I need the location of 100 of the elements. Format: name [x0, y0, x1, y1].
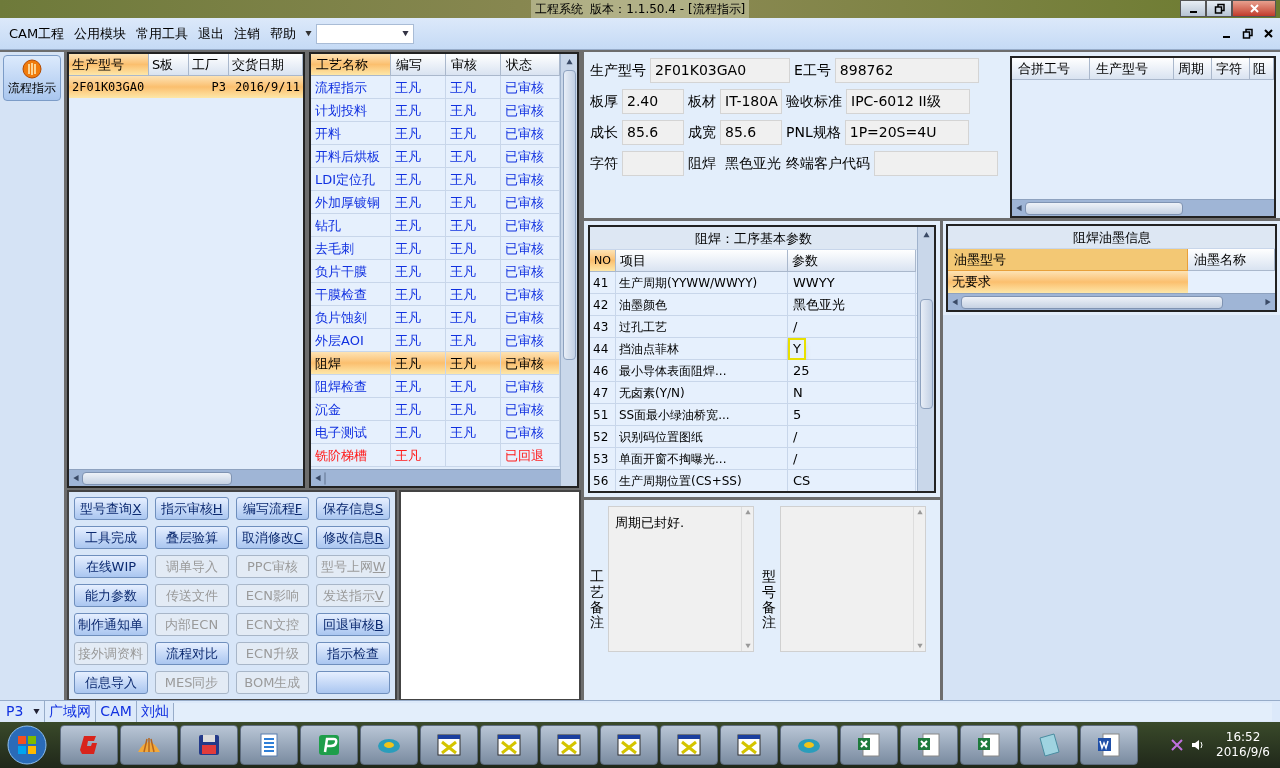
table-row[interactable]: 阻焊检查 王凡 王凡 已审核 — [311, 375, 560, 398]
column-header[interactable]: 项目 — [616, 250, 788, 272]
text-field[interactable]: 85.6 — [622, 120, 684, 145]
notepad-icon[interactable] — [1020, 725, 1078, 765]
action-button[interactable]: 指示检查 — [316, 642, 390, 665]
column-header[interactable]: 生产型号 — [1090, 58, 1174, 80]
close-button[interactable] — [1232, 0, 1276, 17]
action-button[interactable]: 能力参数 — [74, 584, 148, 607]
table-row[interactable]: 去毛刺 王凡 王凡 已审核 — [311, 237, 560, 260]
action-button[interactable] — [316, 671, 390, 694]
column-header[interactable]: S板 — [149, 54, 189, 76]
action-button[interactable]: 制作通知单 — [74, 613, 148, 636]
text-field[interactable]: 2.40 — [622, 89, 684, 114]
table-row[interactable]: 无要求 — [948, 271, 1275, 293]
p-logo-icon[interactable] — [300, 725, 358, 765]
scrollbar[interactable] — [69, 469, 303, 486]
menu-item[interactable]: 帮助 — [265, 23, 302, 44]
column-header[interactable]: 审核 — [446, 54, 501, 76]
table-row[interactable]: 外加厚镀铜 王凡 王凡 已审核 — [311, 191, 560, 214]
scrollbar[interactable] — [311, 469, 560, 486]
clock-time[interactable]: 16:52 — [1225, 730, 1261, 745]
scrollbar[interactable] — [560, 54, 577, 486]
column-header[interactable]: 字符 — [1212, 58, 1250, 80]
spreadsheet-icon[interactable] — [840, 725, 898, 765]
table-row[interactable]: LDI定位孔 王凡 王凡 已审核 — [311, 168, 560, 191]
restore-button[interactable] — [1206, 0, 1232, 17]
text-field[interactable]: 85.6 — [720, 120, 782, 145]
scroll-left-icon[interactable] — [72, 474, 79, 482]
document-icon[interactable] — [240, 725, 298, 765]
table-row[interactable]: 流程指示 王凡 王凡 已审核 — [311, 76, 560, 99]
column-header[interactable]: 周期 — [1174, 58, 1212, 80]
action-button[interactable]: 保存信息S — [316, 497, 390, 520]
column-header[interactable]: 油墨名称 — [1188, 249, 1275, 271]
action-button[interactable]: 型号查询X — [74, 497, 148, 520]
dropdown-caret-icon[interactable] — [402, 30, 410, 37]
text-field[interactable]: IT-180A — [720, 89, 782, 114]
window-icon[interactable] — [480, 725, 538, 765]
menu-item[interactable]: 常用工具 — [131, 23, 194, 44]
action-button[interactable]: 回退审核B — [316, 613, 390, 636]
text-field[interactable]: 黑色亚光 — [720, 151, 782, 176]
restore-icon[interactable] — [1242, 28, 1253, 39]
column-header[interactable]: 交货日期 — [229, 54, 303, 76]
action-button[interactable]: 在线WIP — [74, 555, 148, 578]
action-button[interactable]: 指示审核H — [154, 497, 229, 520]
scroll-left-icon[interactable] — [314, 474, 321, 482]
close-icon[interactable] — [1263, 28, 1274, 39]
action-button[interactable]: 修改信息R — [316, 526, 390, 549]
clock-date[interactable]: 2016/9/6 — [1216, 745, 1270, 760]
column-header[interactable]: 编写 — [391, 54, 446, 76]
scroll-up-icon[interactable] — [565, 57, 573, 65]
text-field[interactable] — [874, 151, 998, 176]
window-icon[interactable] — [420, 725, 478, 765]
nav-button[interactable]: 流程指示 — [3, 55, 61, 101]
column-header[interactable]: 状态 — [501, 54, 560, 76]
factory-selector[interactable]: P3 — [0, 701, 30, 722]
column-header[interactable]: 工厂 — [189, 54, 229, 76]
table-row[interactable]: 干膜检查 王凡 王凡 已审核 — [311, 283, 560, 306]
table-row[interactable]: 负片蚀刻 王凡 王凡 已审核 — [311, 306, 560, 329]
scrollbar[interactable] — [917, 227, 934, 491]
text-field[interactable]: 1P=20S=4U — [844, 120, 969, 145]
text-field[interactable]: 2F01K03GA0 — [650, 58, 790, 83]
action-button[interactable]: 编写流程F — [235, 497, 310, 520]
action-button[interactable]: 取消修改C — [235, 526, 310, 549]
tray-x-icon[interactable] — [1170, 738, 1185, 752]
window-icon[interactable] — [720, 725, 778, 765]
word-document-icon[interactable] — [1080, 725, 1138, 765]
menu-item[interactable]: 公用模块 — [69, 23, 132, 44]
scroll-up-icon[interactable] — [922, 230, 930, 238]
action-button[interactable]: 流程对比 — [154, 642, 229, 665]
column-header[interactable]: NO — [590, 250, 616, 272]
column-header[interactable]: 工艺名称 — [311, 54, 391, 76]
table-row[interactable]: 外层AOI 王凡 王凡 已审核 — [311, 329, 560, 352]
text-field[interactable] — [622, 151, 684, 176]
column-header[interactable]: 参数 — [788, 250, 916, 272]
table-row[interactable]: 负片干膜 王凡 王凡 已审核 — [311, 260, 560, 283]
window-icon[interactable] — [600, 725, 658, 765]
table-row[interactable]: 电子测试 王凡 王凡 已审核 — [311, 421, 560, 444]
column-header[interactable]: 合拼工号 — [1012, 58, 1090, 80]
dropdown-caret-icon[interactable] — [305, 30, 313, 37]
action-button[interactable]: 工具完成 — [74, 526, 148, 549]
text-field[interactable]: IPC-6012 II级 — [846, 89, 970, 114]
table-row[interactable]: 钻孔 王凡 王凡 已审核 — [311, 214, 560, 237]
menu-item[interactable]: 注销 — [229, 23, 266, 44]
column-header[interactable]: 生产型号 — [69, 54, 149, 76]
table-row[interactable]: 阻焊 王凡 王凡 已审核 — [311, 352, 560, 375]
spreadsheet-icon[interactable] — [960, 725, 1018, 765]
menu-item[interactable]: CAM工程 — [4, 23, 70, 44]
text-field[interactable]: 898762 — [834, 58, 979, 83]
speaker-icon[interactable] — [1190, 738, 1205, 752]
scroll-right-icon[interactable] — [1265, 298, 1272, 306]
menu-item[interactable]: 退出 — [193, 23, 230, 44]
column-header[interactable]: 油墨型号 — [948, 249, 1188, 271]
scroll-left-icon[interactable] — [951, 298, 958, 306]
restore-icon[interactable] — [1213, 3, 1225, 14]
action-button[interactable]: 叠层验算 — [154, 526, 229, 549]
action-button[interactable]: 信息导入 — [74, 671, 148, 694]
column-header[interactable]: 阻 — [1250, 58, 1274, 80]
table-row[interactable]: 开料 王凡 王凡 已审核 — [311, 122, 560, 145]
scrollbar[interactable] — [1012, 199, 1274, 216]
window-icon[interactable] — [540, 725, 598, 765]
